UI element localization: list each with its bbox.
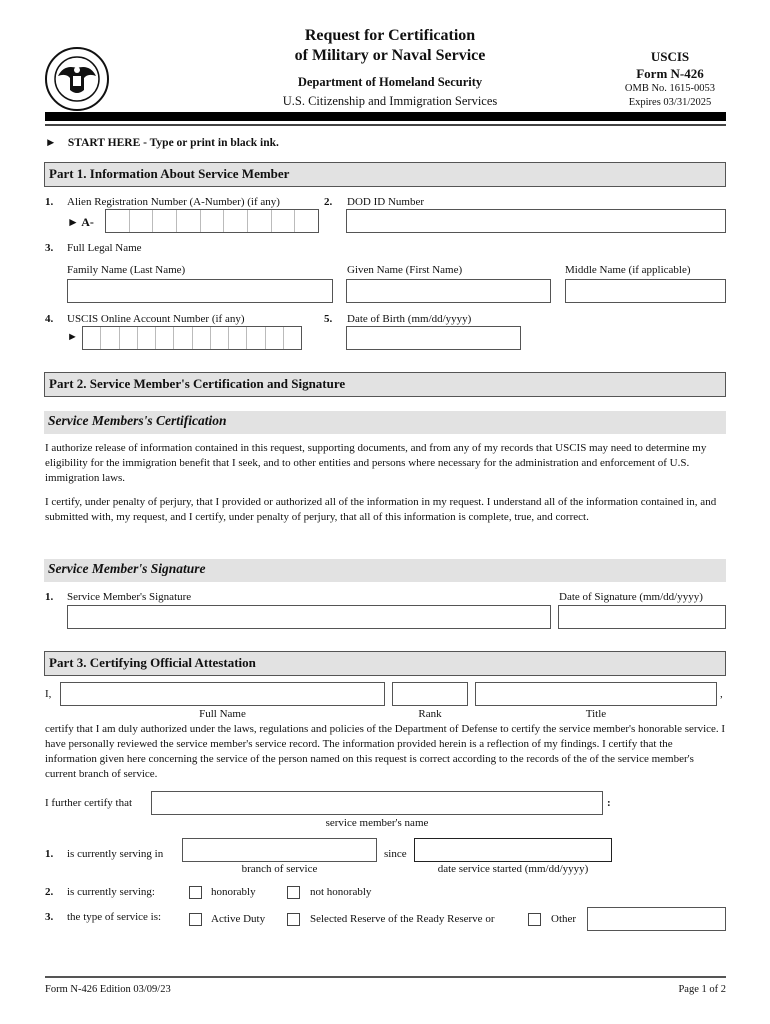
certification-paragraph-1: I authorize release of information conta…: [45, 442, 707, 484]
a-number-prefix: ► A-: [67, 215, 94, 229]
uscis-account-input[interactable]: [82, 326, 302, 350]
active-duty-label: Active Duty: [211, 913, 266, 925]
comma: ,: [720, 688, 723, 700]
form-title: Request for Certification of Military or…: [294, 27, 486, 64]
rank-caption: Rank: [418, 708, 442, 720]
service-member-name-input[interactable]: [151, 791, 603, 815]
type-of-service-label: the type of service is:: [67, 911, 162, 923]
part2-header: Part 2. Service Member's Certification a…: [44, 372, 726, 397]
right-triangle-icon: ►: [67, 331, 78, 343]
selected-reserve-checkbox[interactable]: [287, 913, 300, 926]
form-id-block: USCIS Form N-426: [636, 49, 704, 81]
certification-paragraph-2: I certify, under penalty of perjury, tha…: [45, 496, 717, 523]
not-honorably-label: not honorably: [310, 886, 372, 898]
right-triangle-icon: ►: [45, 137, 57, 149]
given-name-input[interactable]: [346, 279, 551, 303]
item5-number: 5.: [324, 313, 333, 325]
i-label: I,: [45, 688, 52, 700]
honorably-label: honorably: [211, 886, 256, 898]
dob-label: Date of Birth (mm/dd/yyyy): [347, 313, 472, 325]
dod-id-input[interactable]: [346, 209, 726, 233]
header-rule-thin: [45, 124, 726, 126]
department-name: Department of Homeland Security: [297, 75, 483, 89]
signature-label: Service Member's Signature: [67, 591, 192, 603]
start-here-instruction: ► START HERE - Type or print in black in…: [45, 137, 279, 149]
official-title-input[interactable]: [475, 682, 717, 706]
middle-name-input[interactable]: [565, 279, 726, 303]
signature-item-number: 1.: [45, 591, 54, 603]
member-name-caption: service member's name: [325, 817, 429, 829]
a-number-input[interactable]: [105, 209, 319, 233]
omb-block: OMB No. 1615-0053 Expires 03/31/2025: [624, 83, 716, 108]
certification-subheader: Service Members's Certification: [44, 411, 726, 434]
item2-number: 2.: [324, 196, 333, 208]
uscis-account-label: USCIS Online Account Number (if any): [67, 313, 245, 325]
currently-serving-in-label: is currently serving in: [67, 848, 164, 860]
since-label: since: [384, 848, 407, 860]
p3-item1-number: 1.: [45, 848, 54, 860]
signature-subheader: Service Member's Signature: [44, 559, 726, 582]
p3-item2-number: 2.: [45, 886, 54, 898]
colon: :: [607, 797, 611, 809]
other-checkbox[interactable]: [528, 913, 541, 926]
branch-of-service-input[interactable]: [182, 838, 377, 862]
part1-header: Part 1. Information About Service Member: [44, 162, 726, 187]
full-legal-name-label: Full Legal Name: [67, 242, 142, 254]
given-name-label: Given Name (First Name): [347, 264, 463, 276]
item3-number: 3.: [45, 242, 54, 254]
item4-number: 4.: [45, 313, 54, 325]
dob-input[interactable]: [346, 326, 521, 350]
honorably-checkbox[interactable]: [189, 886, 202, 899]
active-duty-checkbox[interactable]: [189, 913, 202, 926]
signature-input[interactable]: [67, 605, 551, 629]
p3-item3-number: 3.: [45, 911, 54, 923]
signature-date-label: Date of Signature (mm/dd/yyyy): [559, 591, 703, 603]
middle-name-label: Middle Name (if applicable): [565, 264, 691, 276]
official-full-name-input[interactable]: [60, 682, 385, 706]
part3-header: Part 3. Certifying Official Attestation: [44, 651, 726, 676]
family-name-label: Family Name (Last Name): [67, 264, 186, 276]
item1-number: 1.: [45, 196, 54, 208]
dhs-seal-icon: [44, 46, 110, 112]
attestation-paragraph: certify that I am duly authorized under …: [45, 723, 726, 780]
signature-date-input[interactable]: [558, 605, 726, 629]
start-date-caption: date service started (mm/dd/yyyy): [437, 863, 589, 875]
other-label: Other: [551, 913, 577, 925]
other-service-input[interactable]: [587, 907, 726, 931]
not-honorably-checkbox[interactable]: [287, 886, 300, 899]
branch-caption: branch of service: [241, 863, 318, 875]
a-number-label: Alien Registration Number (A-Number) (if…: [67, 196, 280, 208]
selected-reserve-label: Selected Reserve of the Ready Reserve or: [310, 913, 495, 925]
full-name-caption: Full Name: [199, 708, 246, 720]
service-start-date-input[interactable]: [414, 838, 612, 862]
dod-id-label: DOD ID Number: [347, 196, 424, 208]
further-certify-label: I further certify that: [45, 797, 133, 809]
footer-rule: [45, 976, 726, 978]
footer-edition: Form N-426 Edition 03/09/23: [45, 984, 171, 995]
footer-page-number: Page 1 of 2: [678, 984, 726, 995]
title-caption: Title: [585, 708, 607, 720]
currently-serving-label: is currently serving:: [67, 886, 155, 898]
family-name-input[interactable]: [67, 279, 333, 303]
header-rule-thick: [45, 112, 726, 121]
agency-name: U.S. Citizenship and Immigration Service…: [282, 94, 498, 108]
official-rank-input[interactable]: [392, 682, 468, 706]
